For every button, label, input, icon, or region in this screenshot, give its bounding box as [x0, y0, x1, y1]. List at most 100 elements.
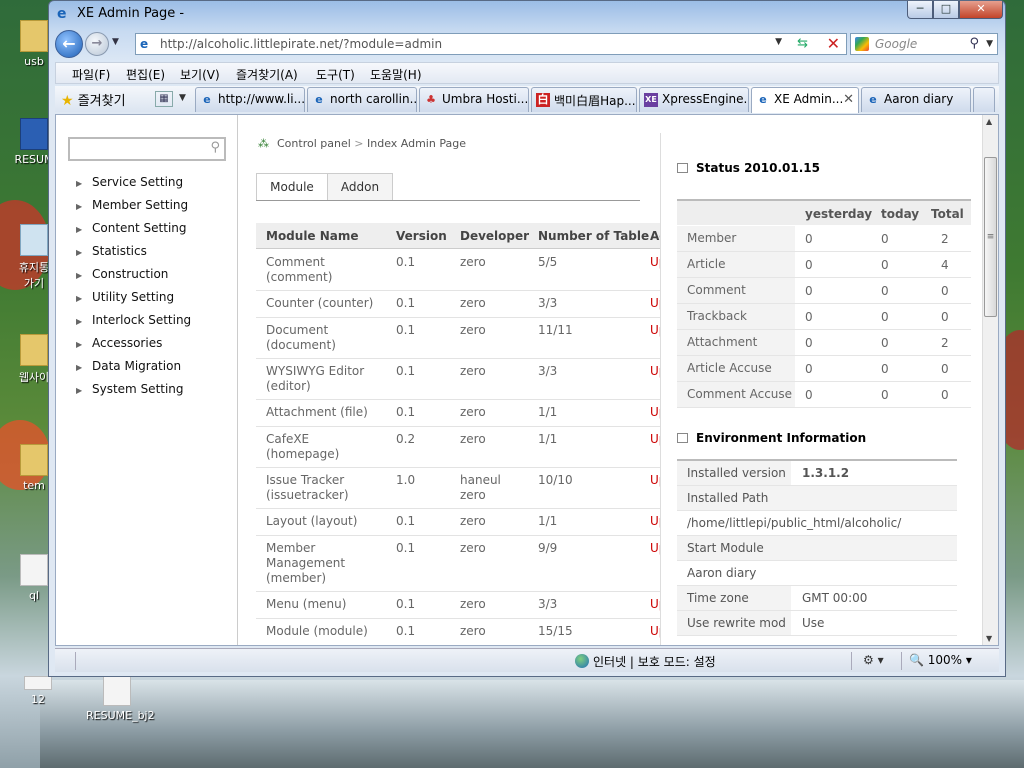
menu-help[interactable]: 도움말(H): [370, 66, 422, 83]
status-label: Attachment: [677, 330, 795, 355]
desktop-icon-resume-bj2[interactable]: RESUME_bj2: [86, 674, 155, 722]
menu-file[interactable]: 파일(F): [72, 66, 110, 83]
col-total: Total: [931, 207, 964, 221]
table-row: Member Management (member) 0.1 zero 9/9 Upda: [256, 536, 660, 592]
update-link[interactable]: Upda: [650, 364, 660, 379]
sidebar-item-system-setting[interactable]: ▶ System Setting: [76, 382, 184, 396]
version-cell: 0.1: [396, 364, 416, 378]
search-icon[interactable]: ⚲: [969, 36, 979, 51]
close-tab-icon[interactable]: ✕: [843, 92, 854, 107]
breadcrumb-current[interactable]: Index Admin Page: [367, 137, 466, 150]
tab-module[interactable]: Module: [256, 173, 328, 201]
sidebar-search-input[interactable]: ⚲: [68, 137, 226, 161]
breadcrumb-root[interactable]: Control panel: [277, 137, 351, 150]
menu-favorites[interactable]: 즐겨찾기(A): [236, 66, 298, 83]
status-yesterday-value: 0: [805, 258, 813, 272]
update-link[interactable]: Update: [650, 514, 660, 529]
browser-tab[interactable]: ♣ Umbra Hosti...: [419, 87, 529, 112]
module-name-cell: Comment (comment): [266, 255, 333, 284]
update-link[interactable]: Update: [650, 405, 660, 420]
update-link[interactable]: Upda: [650, 432, 660, 447]
tables-cell: 1/1: [538, 405, 558, 419]
update-link[interactable]: Upda: [650, 255, 660, 270]
sidebar-item-service-setting[interactable]: ▶ Service Setting: [76, 175, 183, 189]
ie-logo-icon: e: [57, 6, 67, 22]
back-button[interactable]: ←: [55, 30, 83, 58]
ie-page-icon: e: [869, 93, 877, 106]
search-icon[interactable]: ⚲: [210, 140, 220, 155]
sidebar-item-interlock-setting[interactable]: ▶ Interlock Setting: [76, 313, 191, 327]
update-link[interactable]: Upda: [650, 541, 660, 556]
search-placeholder[interactable]: Google: [875, 37, 917, 51]
scrollbar-thumb[interactable]: ≡: [984, 157, 997, 317]
scroll-up-icon[interactable]: ▲: [986, 117, 992, 126]
update-link[interactable]: Upda: [650, 597, 660, 612]
search-options-dropdown-icon[interactable]: ▼: [986, 39, 993, 49]
close-button[interactable]: ✕: [959, 1, 1003, 19]
table-row: Module (module) 0.1 zero 15/15 Upda: [256, 619, 660, 645]
expand-arrow-icon: ▶: [76, 363, 83, 372]
scroll-down-icon[interactable]: ▼: [986, 634, 992, 643]
tab-addon[interactable]: Addon: [327, 173, 393, 201]
sidebar-item-content-setting[interactable]: ▶ Content Setting: [76, 221, 187, 235]
forward-button[interactable]: →: [85, 32, 109, 56]
environment-label: Use rewrite mod: [677, 611, 791, 635]
favorites-bar: ★ 즐겨찾기 ▦ ▼ e http://www.li... e north caro…: [55, 86, 999, 113]
update-link[interactable]: Upda: [650, 473, 660, 488]
document-icon: [103, 674, 131, 706]
sidebar-item-utility-setting[interactable]: ▶ Utility Setting: [76, 290, 174, 304]
module-name-cell: CafeXE (homepage): [266, 432, 340, 461]
table-row: Trackback 0 0 0: [677, 304, 971, 330]
menu-view[interactable]: 보기(V): [180, 66, 220, 83]
browser-tab[interactable]: e http://www.li...: [195, 87, 305, 112]
tables-cell: 10/10: [538, 473, 573, 487]
refresh-icon[interactable]: ⇆: [797, 36, 808, 51]
address-url[interactable]: http://alcoholic.littlepirate.net/?modul…: [160, 37, 442, 51]
ie-page-icon: e: [315, 93, 323, 106]
browser-tab[interactable]: e Aaron diary: [861, 87, 971, 112]
search-box[interactable]: Google ⚲ ▼: [850, 33, 998, 55]
menu-edit[interactable]: 편집(E): [126, 66, 165, 83]
sidebar-item-accessories[interactable]: ▶ Accessories: [76, 336, 162, 350]
protected-mode-icon[interactable]: ⚙ ▾: [863, 653, 884, 667]
menu-tools[interactable]: 도구(T): [316, 66, 355, 83]
status-yesterday-value: 0: [805, 362, 813, 376]
version-cell: 1.0: [396, 473, 416, 487]
minimize-button[interactable]: ─: [907, 1, 933, 19]
browser-tab[interactable]: XE XpressEngine...: [639, 87, 749, 112]
tab-list-dropdown-icon[interactable]: ▼: [179, 93, 186, 103]
security-zone[interactable]: 인터넷 | 보호 모드: 설정: [575, 653, 716, 670]
favorites-button[interactable]: ★ 즐겨찾기: [61, 90, 126, 109]
developer-cell: zero: [460, 624, 486, 638]
window-icon: [677, 433, 688, 443]
title-bar[interactable]: e XE Admin Page - ─ □ ✕: [49, 1, 1005, 27]
update-link[interactable]: Upda: [650, 323, 660, 338]
expand-arrow-icon: ▶: [76, 248, 83, 257]
update-link[interactable]: Upda: [650, 296, 660, 311]
status-separator: [75, 652, 76, 670]
star-icon: ★: [61, 93, 74, 109]
browser-tab[interactable]: 白 백미白眉Hap...: [531, 87, 637, 112]
table-row: Installed version 1.3.1.2: [677, 461, 957, 486]
new-tab-button[interactable]: [973, 87, 995, 112]
browser-tab[interactable]: e north carollin...: [307, 87, 417, 112]
address-dropdown-icon[interactable]: ▼: [775, 37, 782, 47]
update-link[interactable]: Upda: [650, 624, 660, 639]
version-cell: 0.1: [396, 541, 416, 555]
table-row: Time zone GMT 00:00: [677, 586, 957, 611]
stop-icon[interactable]: ✕: [827, 34, 840, 53]
vertical-scrollbar[interactable]: ▲ ≡ ▼: [982, 115, 998, 645]
sidebar-item-construction[interactable]: ▶ Construction: [76, 267, 168, 281]
version-cell: 0.1: [396, 514, 416, 528]
recent-pages-dropdown-icon[interactable]: ▼: [112, 37, 119, 47]
desktop-icon-12[interactable]: 12: [8, 676, 68, 706]
maximize-button[interactable]: □: [933, 1, 959, 19]
sidebar-item-data-migration[interactable]: ▶ Data Migration: [76, 359, 181, 373]
address-bar[interactable]: e http://alcoholic.littlepirate.net/?mod…: [135, 33, 847, 55]
quick-tabs-icon[interactable]: ▦: [155, 91, 173, 107]
sidebar-item-member-setting[interactable]: ▶ Member Setting: [76, 198, 188, 212]
browser-tab-active[interactable]: e XE Admin... ✕: [751, 87, 859, 113]
sidebar-item-statistics[interactable]: ▶ Statistics: [76, 244, 147, 258]
zoom-control[interactable]: 🔍 100% ▾: [909, 653, 972, 667]
version-cell: 0.1: [396, 405, 416, 419]
